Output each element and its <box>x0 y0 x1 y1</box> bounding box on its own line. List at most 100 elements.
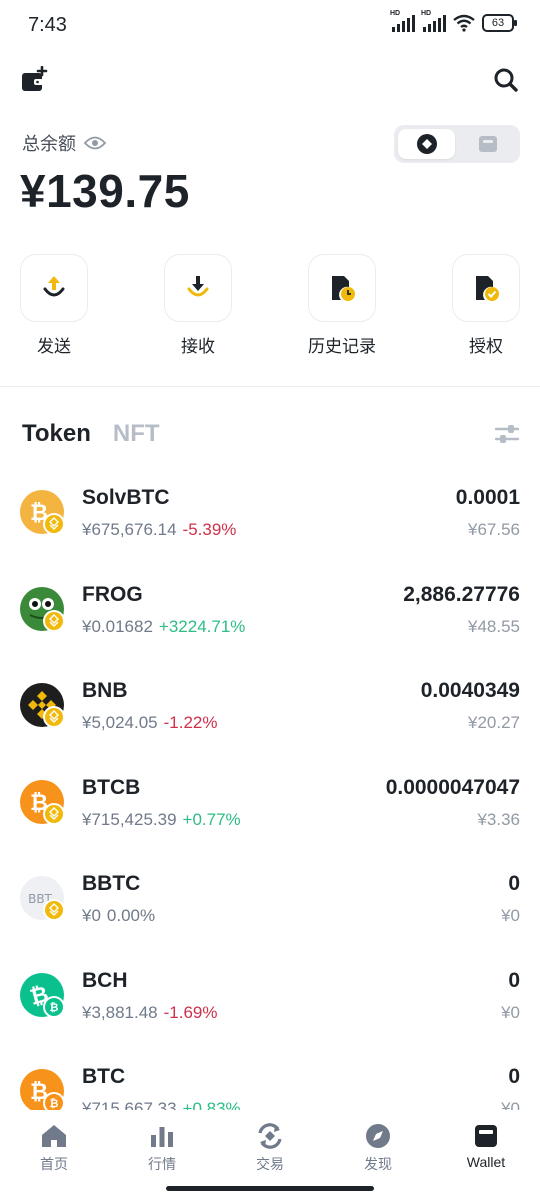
asset-tabs: Token NFT <box>22 420 160 448</box>
token-amount: 0 <box>508 872 520 895</box>
history-button[interactable] <box>308 254 376 322</box>
history-label: 历史记录 <box>308 337 376 356</box>
token-price-line: ¥675,676.14 -5.39% <box>82 520 236 540</box>
token-price: ¥0 <box>82 906 101 925</box>
status-icons: HD HD 63 <box>390 10 517 32</box>
token-symbol: SolvBTC <box>82 486 170 509</box>
token-value: ¥0 <box>501 1002 520 1022</box>
home-icon <box>42 1125 66 1147</box>
token-amount: 0.0000047047 <box>385 775 520 799</box>
approval-label: 授权 <box>469 337 503 356</box>
token-row-bnb[interactable]: BNB ¥5,024.05 -1.22% 0.0040349 ¥20.27 <box>0 659 540 756</box>
balance-label-text: 总余额 <box>22 134 76 154</box>
wallet-view-icon <box>478 136 497 152</box>
nav-home-label: 首页 <box>40 1156 68 1172</box>
token-value: ¥67.56 <box>468 520 520 539</box>
token-row-btc[interactable]: ₿ ₿ BTC ¥715,667.33 +0.83% 0 ¥0 <box>0 1045 540 1110</box>
token-price-line: ¥3,881.48 -1.69% <box>82 1003 218 1023</box>
token-amount: 0 <box>508 1065 520 1088</box>
bbtc-icon: BBT <box>20 876 65 921</box>
send-label: 发送 <box>37 337 71 356</box>
btc-icon: ₿ ₿ <box>20 1069 65 1110</box>
wallet-icon <box>475 1125 497 1147</box>
tab-nft[interactable]: NFT <box>113 420 160 448</box>
token-row-bch[interactable]: ₿ ₿ BCH ¥3,881.48 -1.69% 0 ¥0 <box>0 949 540 1046</box>
nav-trade[interactable]: 交易 <box>216 1112 324 1180</box>
btcb-icon: ₿ <box>20 779 65 825</box>
send-action[interactable]: 发送 <box>20 254 88 357</box>
token-symbol: BTC <box>82 1065 126 1088</box>
filter-settings-icon[interactable] <box>494 422 520 446</box>
token-change: +0.77% <box>182 809 241 829</box>
token-change: +0.83% <box>182 1099 241 1110</box>
token-row-btcb[interactable]: ₿ BTCB ¥715,425.39 +0.77% 0.0000047047 ¥3… <box>0 756 540 853</box>
battery-icon: 63 <box>482 14 517 32</box>
token-change: -5.39% <box>182 520 237 539</box>
nav-wallet[interactable]: Wallet <box>432 1112 540 1180</box>
nav-markets-label: 行情 <box>148 1156 176 1172</box>
tab-token[interactable]: Token <box>22 420 91 448</box>
status-bar: 7:43 HD HD 63 <box>0 0 540 50</box>
section-divider <box>0 386 540 387</box>
toggle-option-wallet[interactable] <box>459 129 516 159</box>
toggle-option-coin[interactable] <box>398 129 455 159</box>
token-row-bbtc[interactable]: BBT BBTC ¥0 0.00% 0 ¥0 <box>0 852 540 949</box>
home-indicator[interactable] <box>166 1186 374 1191</box>
view-toggle[interactable] <box>394 125 520 163</box>
token-change: -1.22% <box>163 713 218 732</box>
token-price-line: ¥715,667.33 +0.83% <box>82 1099 241 1110</box>
receive-icon <box>187 276 209 297</box>
receive-action[interactable]: 接收 <box>164 254 232 357</box>
token-row-solvbtc[interactable]: ₿ SolvBTC ¥675,676.14 -5.39% 0.0001 ¥67.5… <box>0 466 540 563</box>
signal-icon-2: HD <box>421 10 446 32</box>
nav-home[interactable]: 首页 <box>0 1112 108 1180</box>
bnb-icon <box>20 683 65 728</box>
token-change: +3224.71% <box>158 616 246 636</box>
token-symbol: BNB <box>82 679 128 702</box>
wallet-add-icon[interactable] <box>20 66 48 94</box>
nav-wallet-label: Wallet <box>466 1154 506 1170</box>
receive-button[interactable] <box>164 254 232 322</box>
token-price: ¥5,024.05 <box>82 713 158 732</box>
frog-icon <box>20 586 65 632</box>
receive-label: 接收 <box>181 337 215 356</box>
token-symbol: FROG <box>82 582 143 606</box>
token-row-frog[interactable]: FROG ¥0.01682 +3224.71% 2,886.27776 ¥48.5… <box>0 563 540 660</box>
token-symbol: BCH <box>82 968 128 992</box>
approval-button[interactable] <box>452 254 520 322</box>
token-value: ¥48.55 <box>468 616 520 636</box>
token-symbol: BBTC <box>82 872 141 895</box>
token-list: ₿ SolvBTC ¥675,676.14 -5.39% 0.0001 ¥67.5… <box>0 466 540 1110</box>
markets-icon <box>151 1127 173 1147</box>
approval-action[interactable]: 授权 <box>452 254 520 357</box>
token-change: -1.69% <box>163 1002 218 1022</box>
status-time: 7:43 <box>28 14 67 36</box>
solvbtc-icon: ₿ <box>20 490 65 535</box>
token-price-line: ¥715,425.39 +0.77% <box>82 810 241 830</box>
eye-icon[interactable] <box>84 135 106 151</box>
token-price-line: ¥5,024.05 -1.22% <box>82 713 218 733</box>
history-action[interactable]: 历史记录 <box>308 254 376 357</box>
send-button[interactable] <box>20 254 88 322</box>
nav-discover[interactable]: 发现 <box>324 1112 432 1180</box>
nav-markets[interactable]: 行情 <box>108 1112 216 1180</box>
bottom-nav: 首页 行情 交易 发现 Wallet <box>0 1112 540 1180</box>
search-icon[interactable] <box>492 66 520 94</box>
wifi-icon <box>453 14 475 32</box>
signal-icon: HD <box>390 10 415 32</box>
token-value: ¥0 <box>501 906 520 925</box>
token-price-line: ¥0 0.00% <box>82 906 155 926</box>
approval-icon <box>476 276 499 301</box>
trade-icon <box>258 1123 282 1149</box>
token-amount: 0.0001 <box>455 486 520 509</box>
token-price: ¥675,676.14 <box>82 520 177 539</box>
nav-trade-label: 交易 <box>256 1156 284 1172</box>
send-icon <box>43 276 65 297</box>
nav-discover-label: 发现 <box>364 1156 392 1172</box>
svg-text:₿: ₿ <box>50 1001 59 1014</box>
token-price-line: ¥0.01682 +3224.71% <box>82 617 245 637</box>
history-icon <box>332 276 355 301</box>
svg-text:₿: ₿ <box>50 1097 59 1110</box>
total-balance: ¥139.75 <box>20 165 190 217</box>
balance-label: 总余额 <box>22 130 106 156</box>
